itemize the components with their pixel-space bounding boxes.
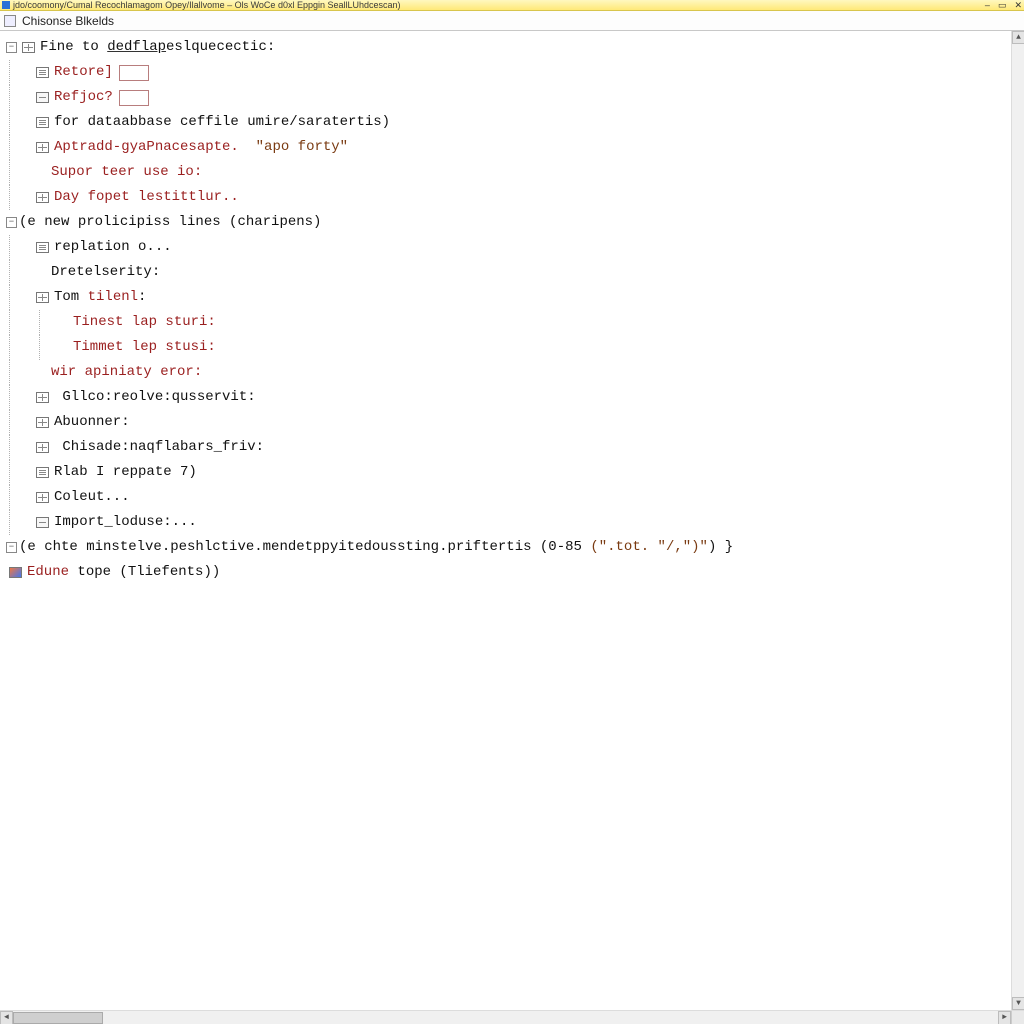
node-icon (36, 292, 49, 303)
node-icon (36, 192, 49, 203)
scroll-left-icon[interactable]: ◄ (0, 1011, 13, 1024)
node-label: Retore] (54, 60, 113, 85)
toolbar-icon[interactable] (4, 15, 16, 27)
tree-row[interactable]: Import_loduse:... (0, 510, 1024, 535)
node-label: Timmet lep stusi: (73, 335, 216, 360)
scroll-track[interactable] (1012, 44, 1024, 997)
tree-row[interactable]: Tom tilenl: (0, 285, 1024, 310)
node-label: replation o... (54, 235, 172, 260)
code-tree-viewport: − Fine to dedflapeslquecectic: Retore] R… (0, 31, 1024, 1010)
minimize-button[interactable]: – (985, 0, 990, 11)
node-label: Import_loduse:... (54, 510, 197, 535)
node-label: (e chte minstelve.peshlctive.mendetppyit… (19, 535, 733, 560)
node-label: Fine to dedflapeslquecectic: (40, 35, 275, 60)
tree-row[interactable]: Aptradd-gyaPnacesapte. "apo forty" (0, 135, 1024, 160)
maximize-button[interactable]: ▭ (998, 0, 1007, 11)
window-title: jdo/coomony/Cumal Recochlamagom Opey/Ila… (13, 0, 401, 10)
tree-row[interactable]: Tinest lap sturi: (0, 310, 1024, 335)
node-icon (36, 142, 49, 153)
node-label: Tom tilenl: (54, 285, 146, 310)
node-icon (36, 492, 49, 503)
node-label: Aptradd-gyaPnacesapte. "apo forty" (54, 135, 348, 160)
collapse-toggle[interactable]: − (6, 217, 17, 228)
tree-row[interactable]: Supor teer use io: (0, 160, 1024, 185)
node-label: Edune tope (Tliefents)) (27, 560, 220, 585)
scroll-thumb[interactable] (13, 1012, 103, 1024)
tree-row[interactable]: replation o... (0, 235, 1024, 260)
tree-row[interactable]: Coleut... (0, 485, 1024, 510)
node-label: Gllco:reolve:qusservit: (54, 385, 256, 410)
vertical-scrollbar[interactable]: ▲ ▼ (1011, 31, 1024, 1010)
node-icon (22, 42, 35, 53)
node-label: (e new prolicipiss lines (charipens) (19, 210, 321, 235)
node-label: Coleut... (54, 485, 130, 510)
tree-row[interactable]: − (e chte minstelve.peshlctive.mendetppy… (0, 535, 1024, 560)
tree-row[interactable]: − (e new prolicipiss lines (charipens) (0, 210, 1024, 235)
node-label: Day fopet lestittlur.. (54, 185, 239, 210)
tree-row[interactable]: Dretelserity: (0, 260, 1024, 285)
window-titlebar: jdo/coomony/Cumal Recochlamagom Opey/Ila… (0, 0, 1024, 11)
toolbar: Chisonse Blkelds (0, 11, 1024, 31)
tree-row[interactable]: − Fine to dedflapeslquecectic: (0, 35, 1024, 60)
tree-row[interactable]: Day fopet lestittlur.. (0, 185, 1024, 210)
node-label: Chisade:naqflabars_friv: (54, 435, 264, 460)
tree-row[interactable]: Gllco:reolve:qusservit: (0, 385, 1024, 410)
node-icon (36, 517, 49, 528)
tree-row[interactable]: for dataabbase ceffile umire/saratertis) (0, 110, 1024, 135)
node-label: for dataabbase ceffile umire/saratertis) (54, 110, 390, 135)
node-icon (36, 417, 49, 428)
node-icon (36, 92, 49, 103)
scroll-right-icon[interactable]: ► (998, 1011, 1011, 1024)
collapse-toggle[interactable]: − (6, 542, 17, 553)
tree-row[interactable]: Edune tope (Tliefents)) (0, 560, 1024, 585)
node-label: wir apiniaty eror: (51, 360, 202, 385)
tree-row[interactable]: Chisade:naqflabars_friv: (0, 435, 1024, 460)
node-label: Rlab I reppate 7) (54, 460, 197, 485)
node-icon (36, 467, 49, 478)
value-field[interactable] (119, 90, 149, 106)
node-icon (36, 117, 49, 128)
node-label: Tinest lap sturi: (73, 310, 216, 335)
collapse-toggle[interactable]: − (6, 42, 17, 53)
tree-row[interactable]: Retore] (0, 60, 1024, 85)
node-icon (36, 67, 49, 78)
toolbar-label: Chisonse Blkelds (22, 14, 114, 28)
node-icon (9, 567, 22, 578)
tree-row[interactable]: Rlab I reppate 7) (0, 460, 1024, 485)
node-icon (36, 442, 49, 453)
value-field[interactable] (119, 65, 149, 81)
close-button[interactable]: ✕ (1014, 0, 1022, 11)
node-label: Abuonner: (54, 410, 130, 435)
node-label: Dretelserity: (51, 260, 160, 285)
node-label: Refjoc? (54, 85, 113, 110)
code-tree: − Fine to dedflapeslquecectic: Retore] R… (0, 31, 1024, 585)
node-label: Supor teer use io: (51, 160, 202, 185)
tree-row[interactable]: Timmet lep stusi: (0, 335, 1024, 360)
tree-row[interactable]: Refjoc? (0, 85, 1024, 110)
horizontal-scrollbar[interactable]: ◄ ► (0, 1010, 1024, 1024)
app-icon (2, 1, 10, 9)
scroll-down-icon[interactable]: ▼ (1012, 997, 1024, 1010)
node-icon (36, 392, 49, 403)
scroll-corner (1011, 1011, 1024, 1024)
node-icon (36, 242, 49, 253)
tree-row[interactable]: wir apiniaty eror: (0, 360, 1024, 385)
tree-row[interactable]: Abuonner: (0, 410, 1024, 435)
scroll-up-icon[interactable]: ▲ (1012, 31, 1024, 44)
